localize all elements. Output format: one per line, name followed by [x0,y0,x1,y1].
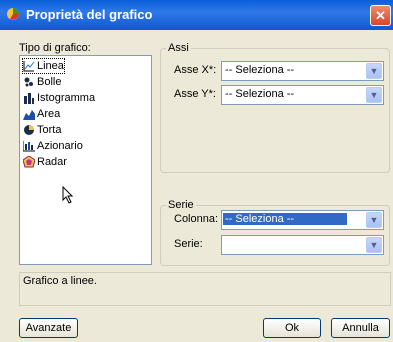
list-item-label: Istogramma [37,92,96,104]
title-bar: Proprietà del grafico ✕ [0,0,393,30]
list-item-torta[interactable]: Torta [23,123,61,137]
x-axis-select[interactable]: -- Seleziona -- ▼ [221,61,384,81]
pie-chart-icon [24,125,34,135]
chevron-down-icon[interactable]: ▼ [366,87,382,103]
description-box: Grafico a linee. [19,272,391,306]
cancel-button[interactable]: Annulla [331,318,390,338]
chevron-down-icon[interactable]: ▼ [366,237,382,253]
series-select[interactable]: ▼ [221,235,384,255]
close-button[interactable]: ✕ [370,5,391,26]
chart-type-label: Tipo di grafico: [19,42,91,54]
y-axis-label: Asse Y*: [174,88,216,100]
list-item-label: Radar [37,156,67,168]
column-value: -- Seleziona -- [223,213,347,225]
app-icon [7,8,19,20]
chevron-down-icon[interactable]: ▼ [366,212,382,228]
list-item-label: Linea [37,60,64,72]
x-axis-label: Asse X*: [174,64,217,76]
axes-legend: Assi [166,42,191,54]
list-item-radar[interactable]: Radar [23,155,67,169]
radar-chart-icon [23,156,35,168]
series-label: Serie: [174,238,203,250]
list-item-bolle[interactable]: Bolle [23,75,61,89]
bubble-chart-icon [24,77,33,87]
list-item-label: Azionario [37,140,83,152]
list-item-linea[interactable]: Linea [22,58,65,74]
list-item-area[interactable]: Area [23,107,60,121]
list-item-label: Area [37,108,61,120]
list-item-label: Torta [37,124,62,136]
description-text: Grafico a linee. [23,275,97,287]
window-title: Proprietà del grafico [26,7,153,22]
y-axis-select[interactable]: -- Seleziona -- ▼ [221,85,384,105]
ok-button[interactable]: Ok [263,318,321,338]
x-axis-value: -- Seleziona -- [225,64,295,76]
list-item-istogramma[interactable]: Istogramma [23,91,95,105]
list-item-azionario[interactable]: Azionario [23,139,83,153]
list-item-label: Bolle [37,76,62,88]
advanced-button[interactable]: Avanzate [19,318,78,338]
series-legend: Serie [166,199,196,211]
mouse-cursor-icon [62,186,74,204]
stock-chart-icon [23,141,35,152]
bar-chart-icon [24,93,34,104]
line-chart-icon [23,61,35,72]
column-label: Colonna: [174,213,219,225]
chart-type-list[interactable]: Linea Bolle Istogramma Area Torta Aziona… [19,55,152,265]
y-axis-value: -- Seleziona -- [225,88,295,100]
area-chart-icon [23,110,35,120]
chevron-down-icon[interactable]: ▼ [366,63,382,79]
column-select[interactable]: -- Seleziona -- ▼ [221,210,384,230]
